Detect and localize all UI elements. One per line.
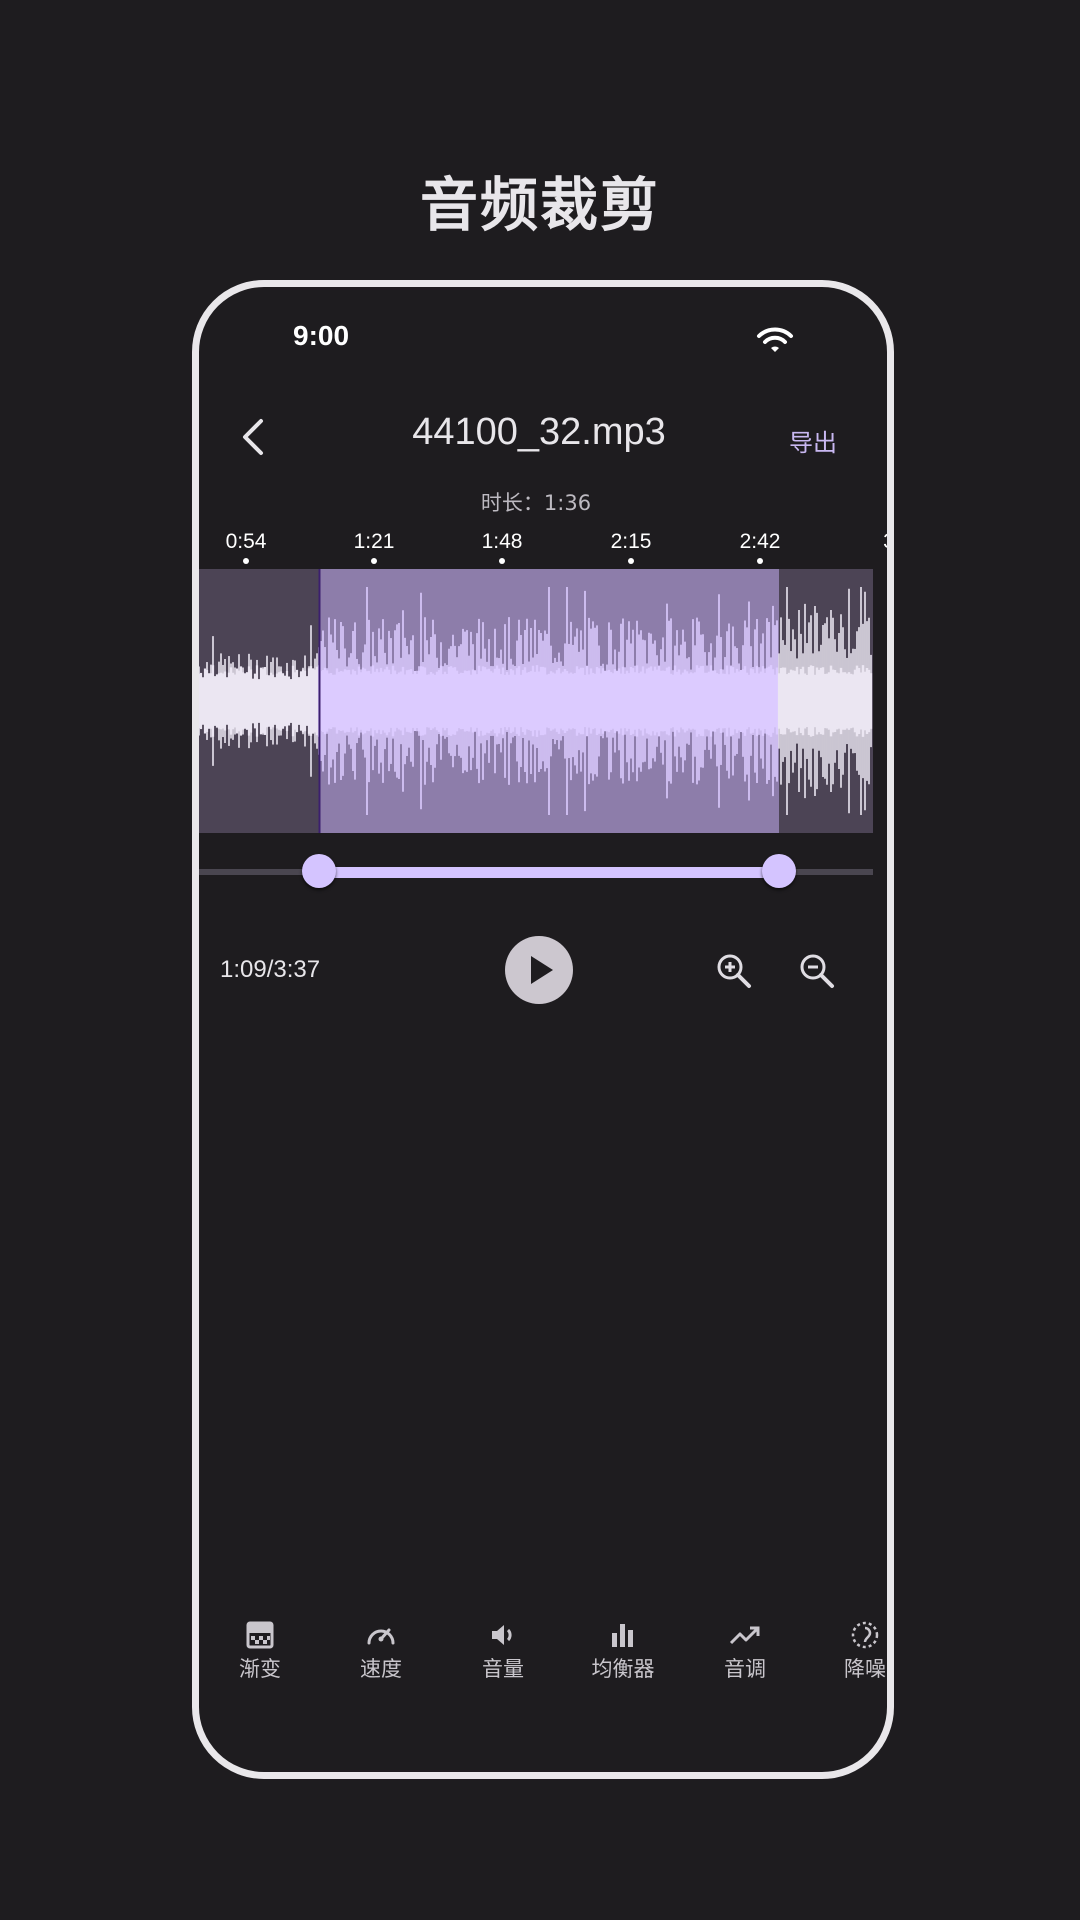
tool-noise-reduction[interactable]: 降噪 <box>815 1619 887 1683</box>
noise-reduction-icon <box>851 1621 879 1649</box>
tool-label: 音量 <box>482 1657 524 1681</box>
page-heading: 音频裁剪 <box>419 171 660 239</box>
zoom-out-icon[interactable] <box>797 951 837 991</box>
waveform-area[interactable] <box>199 569 873 833</box>
wifi-icon <box>757 327 793 352</box>
zoom-in-icon[interactable] <box>714 951 754 991</box>
tool-equalizer[interactable]: 均衡器 <box>573 1619 673 1683</box>
trim-start-handle[interactable] <box>302 854 336 888</box>
ruler-tick-label: 0:54 <box>225 530 267 553</box>
gradient-icon <box>246 1621 274 1649</box>
back-button[interactable] <box>235 415 273 459</box>
effects-toolbar: 渐变 速度 音量 均衡器 音调 降噪 <box>199 1619 886 1699</box>
ruler-tick-label: 1:48 <box>481 530 523 553</box>
play-icon <box>531 956 553 984</box>
phone-frame: 9:00 44100_32.mp3 导出 时长：1:36 0:54 1:21 1… <box>192 280 894 1779</box>
volume-icon <box>492 1625 512 1645</box>
trim-selected-range <box>319 867 779 878</box>
ruler-tick: 2:42 <box>720 530 800 564</box>
tool-speed[interactable]: 速度 <box>331 1619 431 1683</box>
playback-position: 1:09/3:37 <box>220 956 321 983</box>
ruler-tick: 1:48 <box>462 530 542 564</box>
tool-label: 速度 <box>360 1657 402 1681</box>
ruler-tick-label: 1:21 <box>353 530 395 553</box>
tool-label: 均衡器 <box>591 1657 655 1681</box>
ruler-tick: 3 <box>849 530 894 554</box>
ruler-tick: 2:15 <box>591 530 671 564</box>
tool-pitch[interactable]: 音调 <box>695 1619 795 1683</box>
trim-end-handle[interactable] <box>762 854 796 888</box>
selection-duration: 时长：1:36 <box>480 491 592 515</box>
ruler-tick: 0:54 <box>206 530 286 564</box>
ruler-tick-label: 3 <box>883 530 894 553</box>
tool-label: 降噪 <box>844 1657 886 1681</box>
ruler-tick-label: 2:15 <box>610 530 652 553</box>
ruler-tick: 1:21 <box>334 530 414 564</box>
tool-gradient[interactable]: 渐变 <box>210 1619 310 1683</box>
file-title: 44100_32.mp3 <box>412 411 666 453</box>
status-time: 9:00 <box>293 320 350 351</box>
speedometer-icon <box>367 1628 395 1645</box>
ruler-tick-label: 2:42 <box>739 530 781 553</box>
tool-label: 渐变 <box>239 1657 281 1681</box>
export-button[interactable]: 导出 <box>789 423 837 458</box>
tool-volume[interactable]: 音量 <box>453 1619 553 1683</box>
trend-icon <box>729 1626 760 1645</box>
equalizer-icon <box>612 1624 633 1647</box>
play-button[interactable] <box>505 936 573 1004</box>
time-ruler: 0:54 1:21 1:48 2:15 2:42 3 <box>199 530 887 570</box>
tool-label: 音调 <box>724 1657 766 1681</box>
